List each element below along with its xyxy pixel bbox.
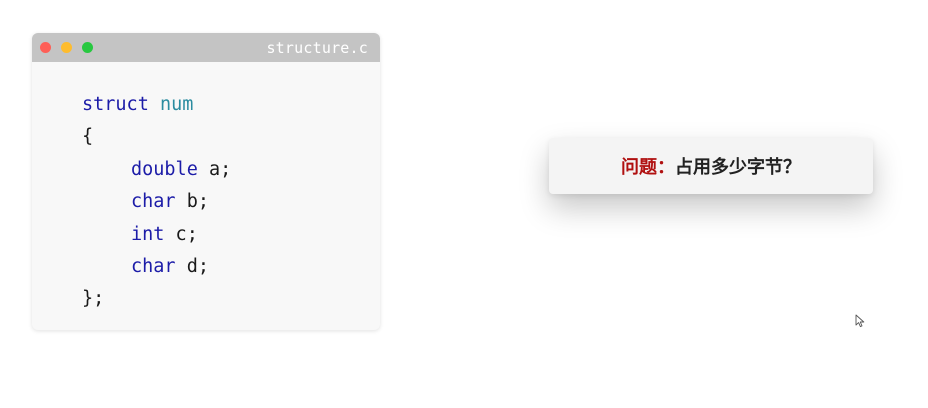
code-line-2: { [82, 121, 231, 153]
code-line-6: char d; [82, 251, 231, 283]
member-type-int: int [131, 223, 165, 245]
member-type-double: double [131, 158, 198, 180]
struct-name: num [159, 94, 194, 115]
close-brace: }; [82, 288, 105, 310]
member-d: d; [175, 255, 209, 277]
member-type-char-b: char [131, 191, 176, 213]
member-type-char-d: char [131, 255, 176, 277]
member-c: c; [164, 223, 198, 245]
member-b: b; [175, 191, 209, 213]
question-card: 问题： 占用多少字节？ [549, 138, 873, 194]
question-label: 问题： [621, 157, 675, 178]
minimize-dot-icon[interactable] [61, 42, 72, 53]
code-line-5: int c; [82, 219, 231, 251]
struct-keyword: struct [82, 94, 149, 115]
code-line-1: struct num [82, 89, 231, 121]
mouse-cursor-icon [855, 314, 865, 328]
code-block: struct num { double a; char b; int c; ch… [82, 89, 231, 316]
code-line-3: double a; [82, 154, 231, 186]
maximize-dot-icon[interactable] [82, 42, 93, 53]
window-filename: structure.c [266, 39, 368, 57]
window-titlebar: structure.c [32, 33, 380, 62]
code-line-7: }; [82, 283, 231, 315]
open-brace: { [82, 126, 94, 148]
member-a: a; [197, 158, 232, 180]
close-dot-icon[interactable] [40, 42, 51, 53]
code-window: structure.c struct num { double a; char … [32, 33, 380, 330]
question-text: 占用多少字节？ [675, 157, 801, 178]
code-line-4: char b; [82, 186, 231, 218]
slide-canvas: structure.c struct num { double a; char … [0, 0, 928, 408]
